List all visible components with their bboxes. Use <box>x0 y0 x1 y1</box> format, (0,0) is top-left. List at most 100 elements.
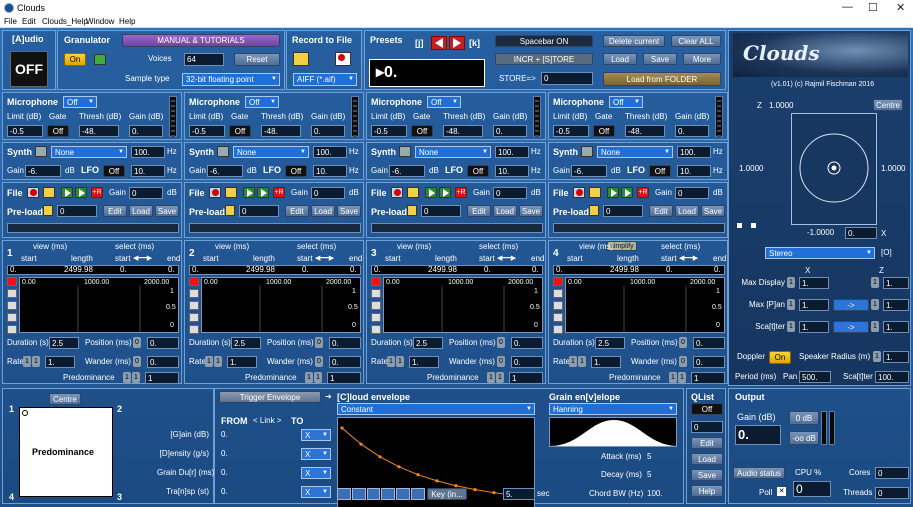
synth-source-dropdown[interactable]: None <box>415 146 491 158</box>
envelope-point[interactable] <box>492 491 496 495</box>
synth-gain-field[interactable]: -6. <box>207 165 243 177</box>
gate-toggle[interactable]: Off <box>229 125 251 137</box>
mic-dropdown[interactable]: Off <box>427 96 461 108</box>
synth-wave-icon[interactable] <box>217 146 229 157</box>
mic-gain-field[interactable]: 0. <box>311 125 345 137</box>
envelope-point[interactable] <box>359 442 363 446</box>
limit-field[interactable]: -0.5 <box>7 125 43 137</box>
zoom-icon[interactable] <box>189 289 199 298</box>
mic-gain-field[interactable]: 0. <box>129 125 163 137</box>
output-gain-field[interactable]: 0. <box>735 425 781 445</box>
select-icon[interactable] <box>189 313 199 322</box>
move-icon[interactable] <box>7 301 17 310</box>
file-load-button[interactable]: Load <box>311 205 335 217</box>
envelope-point[interactable] <box>397 465 401 469</box>
envelope-point[interactable] <box>378 455 382 459</box>
stepper-value[interactable]: 1 <box>23 356 31 367</box>
clear-all-button[interactable]: Clear ALL <box>671 35 721 47</box>
envelope-point[interactable] <box>435 479 439 483</box>
waveform-display[interactable]: 0.00 1000.00 2000.00 1 0.5 0 <box>383 277 543 333</box>
lfo-hz-field[interactable]: 10. <box>131 165 165 177</box>
position-field[interactable]: 0. <box>329 337 361 349</box>
stepper-value[interactable]: 0 <box>679 337 687 348</box>
wander-field[interactable]: 0. <box>693 356 725 368</box>
stepper-value[interactable]: 1 <box>132 372 140 383</box>
zoom-icon[interactable] <box>553 289 563 298</box>
max-display-z-field[interactable]: 1. <box>883 277 909 289</box>
scatter-x-stepper[interactable]: 1 <box>787 321 795 332</box>
duration-field[interactable]: 2.5 <box>413 337 443 349</box>
menu-edit[interactable]: Edit <box>22 17 36 26</box>
lfo-toggle[interactable]: Off <box>103 165 125 177</box>
position-field[interactable]: 0. <box>693 337 725 349</box>
delete-current-button[interactable]: Delete current <box>603 35 665 47</box>
key-input-button[interactable]: Key (in... <box>427 488 467 500</box>
envelope-point[interactable] <box>454 484 458 488</box>
stepper-value[interactable]: 0 <box>315 337 323 348</box>
spatial-pad[interactable] <box>791 113 877 225</box>
lfo-toggle[interactable]: Off <box>649 165 671 177</box>
menu-help[interactable]: Help <box>119 17 135 26</box>
zoom-icon[interactable] <box>7 289 17 298</box>
stepper-value[interactable]: 1 <box>305 372 313 383</box>
manual-tutorials-button[interactable]: MANUAL & TUTORIALS <box>122 34 280 47</box>
maximize-icon[interactable]: ☐ <box>868 1 878 14</box>
max-display-zstep[interactable]: 1 <box>871 277 879 288</box>
synth-gain-field[interactable]: -6. <box>389 165 425 177</box>
thresh-field[interactable]: -48. <box>79 125 119 137</box>
waveform-speaker-icon[interactable] <box>7 277 17 286</box>
preset-load-button[interactable]: Load <box>603 53 637 65</box>
reload-icon[interactable] <box>94 54 106 65</box>
file-speaker-icon[interactable] <box>573 187 585 198</box>
stepper-value[interactable]: 1 <box>396 356 404 367</box>
position-stepper[interactable]: 0 <box>679 337 687 348</box>
wander-stepper[interactable]: 0 <box>497 356 505 367</box>
minus-inf-db-button[interactable]: -oo dB <box>789 431 819 445</box>
menu-clouds-help[interactable]: Clouds_Help <box>42 17 88 26</box>
trigger-link-dropdown[interactable]: X <box>301 467 331 479</box>
trigger-from-field[interactable]: 0. <box>219 429 243 441</box>
trigger-from-field[interactable]: 0. <box>219 467 243 479</box>
rate-field[interactable]: 1. <box>45 356 75 368</box>
granulator-on-button[interactable]: On <box>64 53 86 66</box>
draw-icon[interactable] <box>7 325 17 334</box>
thresh-field[interactable]: -48. <box>443 125 483 137</box>
lfo-hz-field[interactable]: 10. <box>313 165 347 177</box>
scatter-step[interactable]: 1 <box>787 321 795 332</box>
rate-field[interactable]: 1. <box>409 356 439 368</box>
max-pan-zstep[interactable]: 1 <box>871 299 879 310</box>
move-icon[interactable] <box>553 301 563 310</box>
waveform-speaker-icon[interactable] <box>189 277 199 286</box>
max-pan-x-stepper[interactable]: 1 <box>787 299 795 310</box>
gate-toggle[interactable]: Off <box>47 125 69 137</box>
minimize-icon[interactable]: — <box>842 1 853 13</box>
rate-stepper[interactable]: 11 <box>205 356 222 367</box>
shape-peak-icon[interactable] <box>381 488 396 500</box>
trigger-link-dropdown[interactable]: X <box>301 429 331 441</box>
view-range-bar[interactable]: 0. 2499.98 0. 0. <box>7 265 179 275</box>
stepper-value[interactable]: 1 <box>487 372 495 383</box>
move-icon[interactable] <box>189 301 199 310</box>
file-name-field[interactable] <box>371 223 543 233</box>
scatter-link-button[interactable]: -> <box>833 321 869 333</box>
shape-linear-icon[interactable] <box>337 488 351 500</box>
waveform-display[interactable]: 0.00 1000.00 2000.00 1 0.5 0 <box>201 277 361 333</box>
zoom-icon[interactable] <box>371 289 381 298</box>
predominance-handle-icon[interactable] <box>22 410 28 416</box>
file-loop-icon[interactable] <box>621 187 633 198</box>
shape-flat-icon[interactable] <box>411 488 425 500</box>
preload-icon[interactable] <box>43 205 53 216</box>
trigger-link-dropdown[interactable]: X <box>301 448 331 460</box>
stepper-value[interactable]: 1 <box>678 372 686 383</box>
z-value-field[interactable]: 1.0000 <box>767 100 807 112</box>
incr-store-button[interactable]: INCR + [S]TORE <box>495 53 593 65</box>
file-speaker-icon[interactable] <box>391 187 403 198</box>
preset-number-field[interactable]: ▸0. <box>369 59 485 87</box>
position-stepper[interactable]: 0 <box>497 337 505 348</box>
max-pan-z-field[interactable]: 1. <box>883 299 909 311</box>
stepper-value[interactable]: 1 <box>32 356 40 367</box>
select-icon[interactable] <box>7 313 17 322</box>
file-gain-field[interactable]: 0 <box>129 187 163 199</box>
duration-field[interactable]: 2.5 <box>49 337 79 349</box>
max-display-step[interactable]: 1 <box>787 277 795 288</box>
